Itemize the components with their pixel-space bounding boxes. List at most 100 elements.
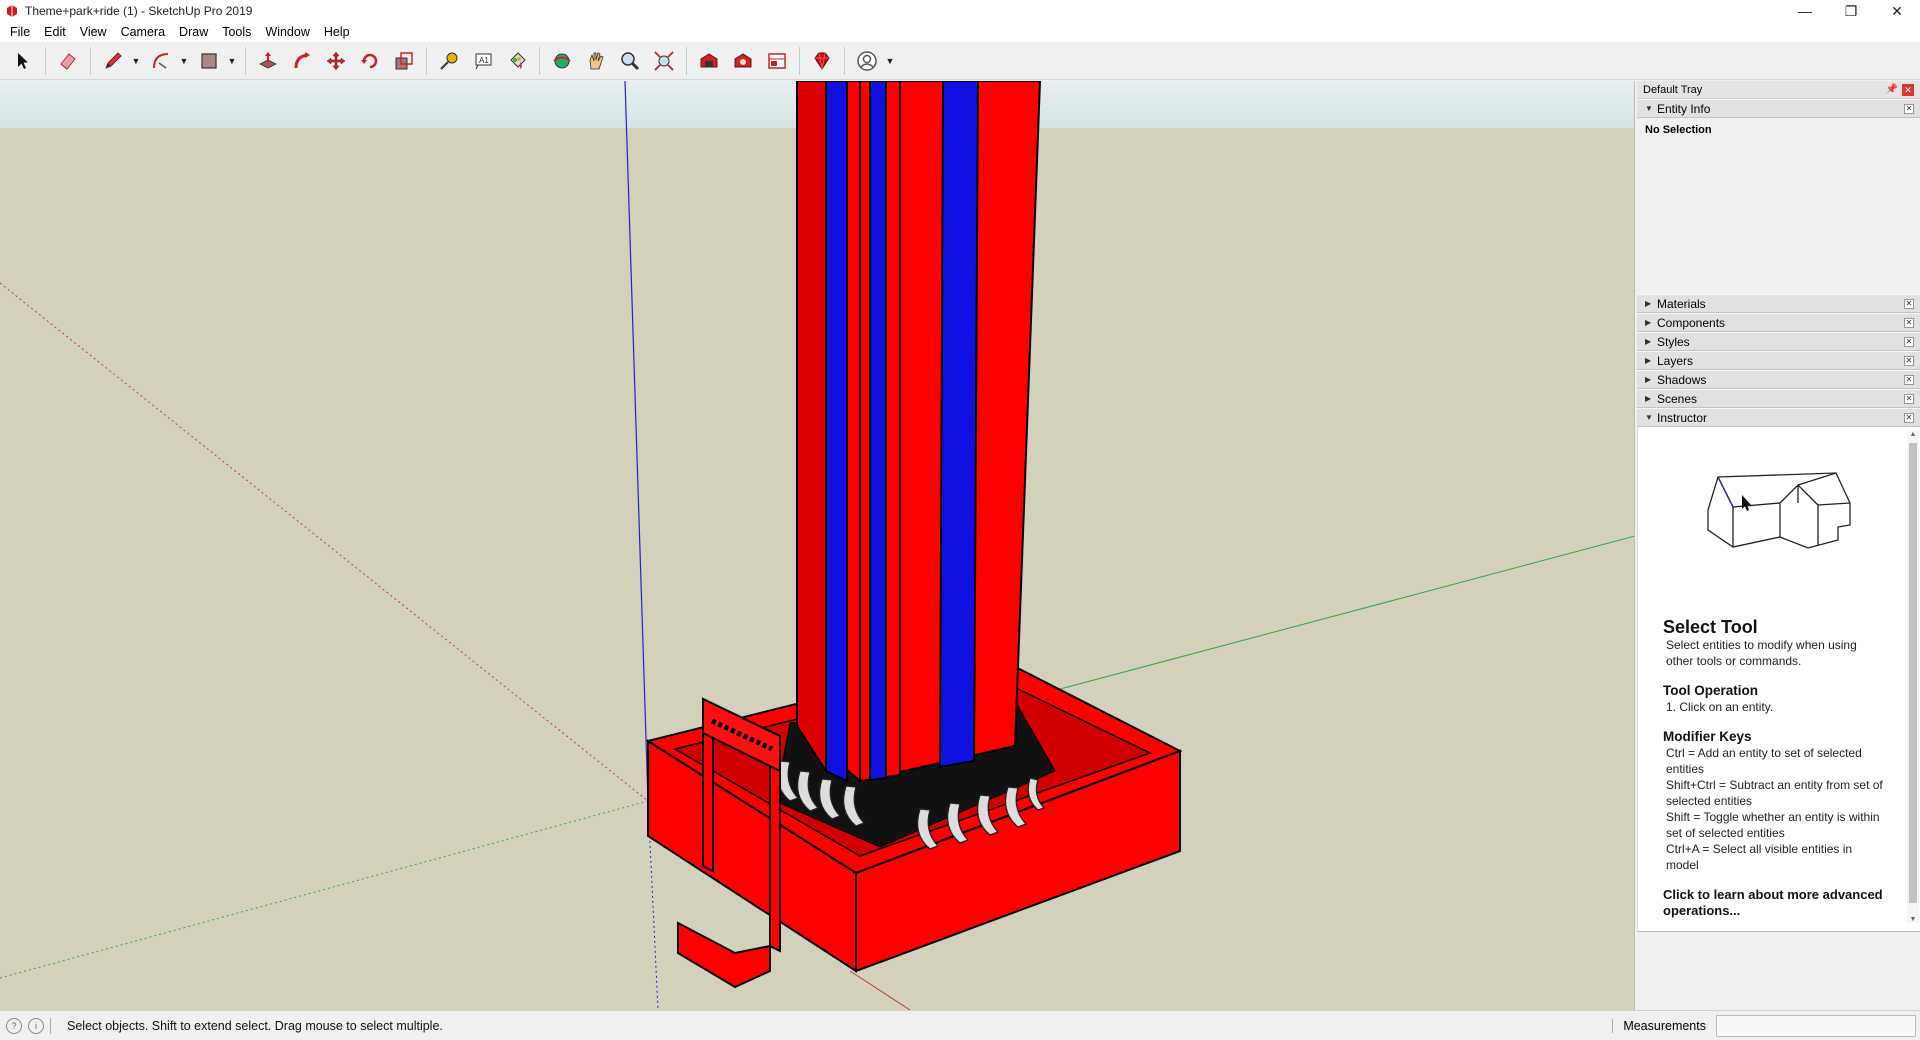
collapsed-arrow-icon: ▶ [1645, 375, 1652, 384]
restore-button[interactable]: ❐ [1828, 0, 1874, 22]
tray-header: Default Tray 📌 ✕ [1637, 81, 1920, 99]
window-controls: — ❐ ✕ [1782, 0, 1920, 22]
panel-entity-info[interactable]: ▼ Entity Info ✕ [1637, 99, 1920, 118]
collapsed-arrow-icon: ▶ [1645, 356, 1652, 365]
green-axis-dashed [0, 800, 649, 979]
red-axis [849, 970, 911, 1010]
menu-edit[interactable]: Edit [37, 25, 73, 39]
tape-measure-icon[interactable] [434, 46, 464, 76]
panel-styles[interactable]: ▶ Styles ✕ [1637, 332, 1920, 351]
tower-stripe-blue-2 [938, 81, 980, 769]
panel-scenes[interactable]: ▶ Scenes ✕ [1637, 389, 1920, 408]
geolocation-icon[interactable]: ? [6, 1017, 22, 1034]
menu-camera[interactable]: Camera [114, 25, 172, 39]
text-icon[interactable]: A1 [468, 46, 498, 76]
pin-icon[interactable]: 📌 [1886, 84, 1898, 95]
credits-icon[interactable]: i [28, 1017, 44, 1034]
collapsed-arrow-icon: ▶ [1645, 318, 1652, 327]
panel-close-icon[interactable]: ✕ [1904, 104, 1914, 114]
menu-file[interactable]: File [3, 25, 37, 39]
minimize-button[interactable]: — [1782, 0, 1828, 22]
scroll-thumb[interactable] [1909, 443, 1917, 903]
panel-label: Components [1657, 315, 1726, 330]
measurements-input[interactable] [1716, 1015, 1916, 1037]
tower-stripe-red-1 [796, 81, 827, 775]
layout-icon[interactable] [762, 46, 792, 76]
panel-close-icon[interactable]: ✕ [1904, 337, 1914, 347]
zoom-extents-icon[interactable] [649, 46, 679, 76]
scroll-down-icon[interactable]: ▼ [1907, 916, 1919, 923]
red-axis-dashed-left [0, 282, 649, 802]
scale-icon[interactable] [389, 46, 419, 76]
eraser-icon[interactable] [53, 46, 83, 76]
panel-close-icon[interactable]: ✕ [1904, 413, 1914, 423]
tray-close-button[interactable]: ✕ [1902, 84, 1914, 96]
instructor-scrollbar[interactable]: ▲ ▼ [1907, 431, 1919, 923]
collapsed-arrow-icon: ▶ [1645, 337, 1652, 346]
arc-icon[interactable] [146, 46, 176, 76]
menu-view[interactable]: View [73, 25, 114, 39]
move-icon[interactable] [321, 46, 351, 76]
arc-dropdown-icon[interactable]: ▼ [178, 46, 190, 76]
panel-close-icon[interactable]: ✕ [1904, 375, 1914, 385]
panel-instructor[interactable]: ▼ Instructor ✕ [1637, 408, 1920, 427]
menu-window[interactable]: Window [258, 25, 316, 39]
rotate-icon[interactable] [355, 46, 385, 76]
orbit-icon[interactable] [547, 46, 577, 76]
panel-close-icon[interactable]: ✕ [1904, 394, 1914, 404]
entity-info-body: No Selection [1637, 118, 1920, 294]
panel-label: Entity Info [1657, 101, 1711, 116]
svg-text:A1: A1 [479, 56, 489, 65]
menu-draw[interactable]: Draw [172, 25, 215, 39]
rectangle-dropdown-icon[interactable]: ▼ [226, 46, 238, 76]
rectangle-icon[interactable] [194, 46, 224, 76]
panel-components[interactable]: ▶ Components ✕ [1637, 313, 1920, 332]
menu-bar: File Edit View Camera Draw Tools Window … [0, 22, 1920, 42]
pencil-dropdown-icon[interactable]: ▼ [130, 46, 142, 76]
panel-close-icon[interactable]: ✕ [1904, 356, 1914, 366]
modifier-line: Shift+Ctrl = Subtract an entity from set… [1666, 778, 1883, 808]
panel-close-icon[interactable]: ✕ [1904, 299, 1914, 309]
panel-shadows[interactable]: ▶ Shadows ✕ [1637, 370, 1920, 389]
instructor-body: Select Tool Select entities to modify wh… [1637, 427, 1920, 932]
modifier-keys-heading: Modifier Keys [1663, 729, 1752, 744]
panel-label: Layers [1657, 353, 1694, 368]
scroll-up-icon[interactable]: ▲ [1907, 431, 1919, 438]
sketchup-logo-icon [7, 5, 17, 17]
follow-me-icon[interactable] [287, 46, 317, 76]
window-title: Theme+park+ride (1) - SketchUp Pro 2019 [25, 4, 253, 18]
menu-tools[interactable]: Tools [215, 25, 258, 39]
menu-help[interactable]: Help [317, 25, 357, 39]
pan-icon[interactable] [581, 46, 611, 76]
zoom-icon[interactable] [615, 46, 645, 76]
tower-stripe-blue-3 [869, 81, 887, 782]
ruby-icon[interactable] [807, 46, 837, 76]
select-icon[interactable] [8, 46, 38, 76]
panel-close-icon[interactable]: ✕ [1904, 318, 1914, 328]
entity-info-value: No Selection [1645, 124, 1712, 136]
paint-bucket-icon[interactable] [502, 46, 532, 76]
account-dropdown-icon[interactable]: ▼ [884, 46, 896, 76]
panel-layers[interactable]: ▶ Layers ✕ [1637, 351, 1920, 370]
main-toolbar: ▼ ▼ ▼ A1 ▼ [0, 42, 1920, 80]
account-icon[interactable] [852, 46, 882, 76]
model-scene [0, 81, 1634, 1010]
tool-operation-text: 1. Click on an entity. [1666, 700, 1774, 714]
pencil-icon[interactable] [98, 46, 128, 76]
extension-warehouse-icon[interactable] [728, 46, 758, 76]
panel-label: Styles [1657, 334, 1690, 349]
warehouse-icon[interactable] [694, 46, 724, 76]
panel-materials[interactable]: ▶ Materials ✕ [1637, 294, 1920, 313]
expanded-arrow-icon: ▼ [1645, 413, 1653, 422]
default-tray: Default Tray 📌 ✕ ▼ Entity Info ✕ No Sele… [1637, 81, 1920, 1010]
push-pull-icon[interactable] [253, 46, 283, 76]
instructor-house-illustration [1707, 472, 1851, 549]
panel-label: Shadows [1657, 372, 1707, 387]
close-button[interactable]: ✕ [1874, 0, 1920, 22]
learn-more-link[interactable]: Click to learn about more advanced opera… [1663, 887, 1883, 919]
blue-axis [624, 81, 649, 802]
title-bar: Theme+park+ride (1) - SketchUp Pro 2019 … [0, 0, 1920, 22]
drawing-viewport[interactable] [0, 81, 1635, 1010]
modifier-line: Ctrl = Add an entity to set of selected … [1666, 746, 1862, 776]
instructor-text: Select Tool Select entities to modify wh… [1663, 617, 1883, 919]
